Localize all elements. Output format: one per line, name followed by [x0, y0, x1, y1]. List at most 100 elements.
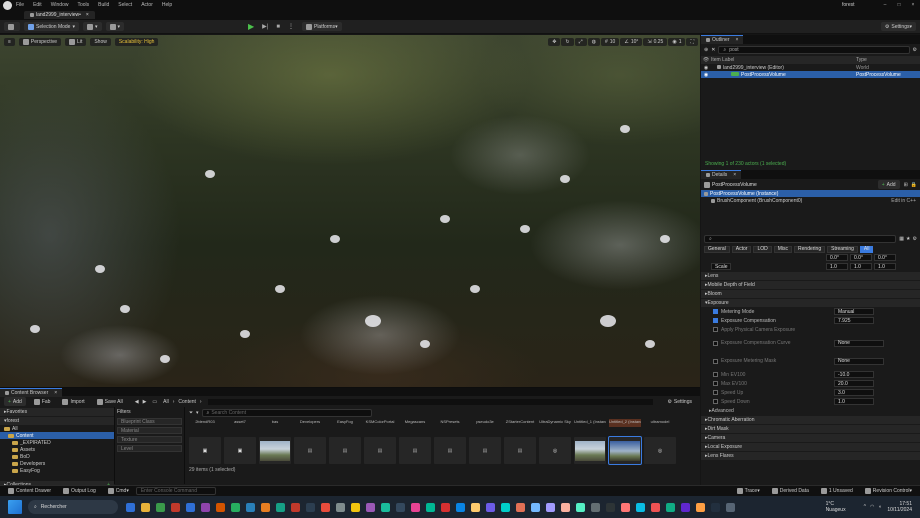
apply-physical-checkbox[interactable]: [713, 327, 718, 332]
outliner-row-postprocess[interactable]: ◉ PostProcessVolume PostProcessVolume: [701, 71, 920, 78]
metering-mask-asset[interactable]: None: [834, 357, 884, 365]
taskbar-app-icon[interactable]: [396, 502, 405, 512]
scalability-button[interactable]: Scalability: High: [114, 37, 159, 46]
translate-tool[interactable]: ✥: [548, 37, 561, 46]
component-instance-row[interactable]: PostProcessVolume (Instance): [701, 190, 920, 197]
console-input[interactable]: Enter Console Command: [135, 487, 216, 495]
save-all-button[interactable]: Save All: [93, 397, 127, 406]
close-details-icon[interactable]: ×: [733, 172, 736, 178]
revision-control-button[interactable]: Revision Control ▾: [861, 487, 916, 496]
taskbar-app-icon[interactable]: [201, 502, 210, 512]
add-component-button[interactable]: + Add: [877, 180, 900, 189]
world-space-toggle[interactable]: ◍: [587, 37, 600, 46]
fab-button[interactable]: Fab: [30, 397, 55, 406]
asset-search-input[interactable]: ⌕ Search Content: [201, 409, 372, 417]
taskbar-app-icon[interactable]: [726, 502, 735, 512]
taskbar-app-icon[interactable]: [561, 502, 570, 512]
filter-level[interactable]: Level: [117, 445, 182, 452]
tree-item-expirated[interactable]: _EXPIRATED: [0, 439, 114, 446]
taskbar-app-icon[interactable]: [711, 502, 720, 512]
lock-icon[interactable]: 🔒: [911, 182, 917, 188]
min-ev-field[interactable]: -10.0: [834, 371, 874, 378]
asset-tile[interactable]: [259, 437, 291, 464]
tree-item-content[interactable]: Content: [0, 432, 114, 439]
menu-help[interactable]: Help: [162, 2, 172, 8]
tab-details[interactable]: Details ×: [701, 170, 742, 179]
taskbar-app-icon[interactable]: [321, 502, 330, 512]
filter-blueprint-class[interactable]: Blueprint Class: [117, 418, 182, 425]
add-filter-icon[interactable]: ⊕: [704, 47, 708, 53]
asset-tile-selected[interactable]: [608, 436, 642, 465]
cmd-button[interactable]: Cmd ▾: [104, 487, 133, 496]
close-icon[interactable]: ×: [906, 2, 920, 8]
taskbar-app-icon[interactable]: [486, 502, 495, 512]
asset-tile[interactable]: ▤: [469, 437, 501, 464]
play-options-button[interactable]: ⋮: [284, 22, 298, 31]
tab-level[interactable]: land2999_interview• ×: [24, 11, 95, 19]
taskbar-app-icon[interactable]: [471, 502, 480, 512]
taskbar-app-icon[interactable]: [216, 502, 225, 512]
visibility-icon[interactable]: ◉: [701, 65, 711, 71]
unsaved-button[interactable]: 1 Unsaved: [817, 487, 857, 496]
filter-tab-streaming[interactable]: Streaming: [827, 245, 858, 253]
tree-item-all[interactable]: All: [0, 425, 114, 432]
perspective-button[interactable]: Perspective: [18, 37, 62, 46]
trace-button[interactable]: Trace ▾: [733, 487, 764, 496]
breadcrumb-all[interactable]: All: [163, 399, 169, 405]
windows-start-icon[interactable]: [8, 500, 22, 514]
content-shortcut-button[interactable]: ▾: [82, 22, 102, 31]
taskbar-app-icon[interactable]: [171, 502, 180, 512]
filter-tab-lod[interactable]: LOD: [753, 245, 772, 253]
taskbar-app-icon[interactable]: [591, 502, 600, 512]
taskbar-app-icon[interactable]: [141, 502, 150, 512]
asset-tile[interactable]: ▤: [294, 437, 326, 464]
output-log-button[interactable]: Output Log: [59, 487, 100, 496]
max-ev-field[interactable]: 20.0: [834, 380, 874, 387]
grid-view-icon[interactable]: ▦: [899, 236, 904, 242]
asset-tile[interactable]: [574, 437, 606, 464]
taskbar-app-icon[interactable]: [531, 502, 540, 512]
close-outliner-icon[interactable]: ×: [736, 37, 739, 43]
platforms-button[interactable]: Platforms ▾: [301, 22, 342, 31]
taskbar-app-icon[interactable]: [576, 502, 585, 512]
selection-mode-button[interactable]: Selection Mode ▾: [24, 22, 79, 31]
section-lens[interactable]: ▸ Lens: [701, 272, 920, 280]
exposure-curve-checkbox[interactable]: [713, 340, 718, 346]
max-ev-checkbox[interactable]: [713, 381, 718, 386]
section-chromatic[interactable]: ▸ Chromatic Aberration: [701, 416, 920, 424]
section-dirt-mask[interactable]: ▸ Dirt Mask: [701, 425, 920, 433]
metering-mode-checkbox[interactable]: [713, 309, 718, 314]
volume-icon[interactable]: ◖: [878, 504, 881, 510]
speed-up-field[interactable]: 3.0: [834, 389, 874, 396]
section-bloom[interactable]: ▸ Bloom: [701, 290, 920, 298]
asset-tile[interactable]: ◎: [539, 437, 571, 464]
lit-button[interactable]: Lit: [65, 37, 87, 46]
asset-tile[interactable]: ▤: [434, 437, 466, 464]
maximize-icon[interactable]: □: [892, 2, 906, 8]
speed-up-checkbox[interactable]: [713, 390, 718, 395]
scale-y[interactable]: 1.0: [850, 263, 872, 270]
taskbar-app-icon[interactable]: [666, 502, 675, 512]
speed-down-checkbox[interactable]: [713, 399, 718, 404]
clear-search-icon[interactable]: ✕: [711, 47, 715, 53]
details-search-input[interactable]: ⌕: [704, 235, 897, 243]
outliner-search-input[interactable]: ⌕ post: [718, 46, 910, 54]
taskbar-app-icon[interactable]: [546, 502, 555, 512]
close-content-browser-icon[interactable]: ×: [54, 390, 57, 396]
exposure-curve-asset[interactable]: None: [834, 339, 884, 347]
taskbar-search[interactable]: ⌕ Rechercher: [28, 500, 118, 514]
menu-select[interactable]: Select: [118, 2, 132, 8]
content-settings-button[interactable]: ⚙ Settings: [663, 397, 696, 406]
min-ev-checkbox[interactable]: [713, 372, 718, 377]
col-item-label[interactable]: Item Label: [711, 57, 856, 63]
tray-chevron-icon[interactable]: ^: [864, 504, 866, 510]
chevron-down-icon[interactable]: ▾: [196, 410, 199, 416]
speed-down-field[interactable]: 1.0: [834, 398, 874, 405]
filter-tab-actor[interactable]: Actor: [731, 245, 752, 253]
gear-icon[interactable]: ⚙: [913, 236, 917, 242]
taskbar-app-icon[interactable]: [351, 502, 360, 512]
tree-item-assets[interactable]: Assets: [0, 446, 114, 453]
add-button[interactable]: + Add: [4, 397, 26, 406]
asset-tile[interactable]: ▤: [364, 437, 396, 464]
exposure-comp-field[interactable]: 7.925: [834, 317, 874, 324]
